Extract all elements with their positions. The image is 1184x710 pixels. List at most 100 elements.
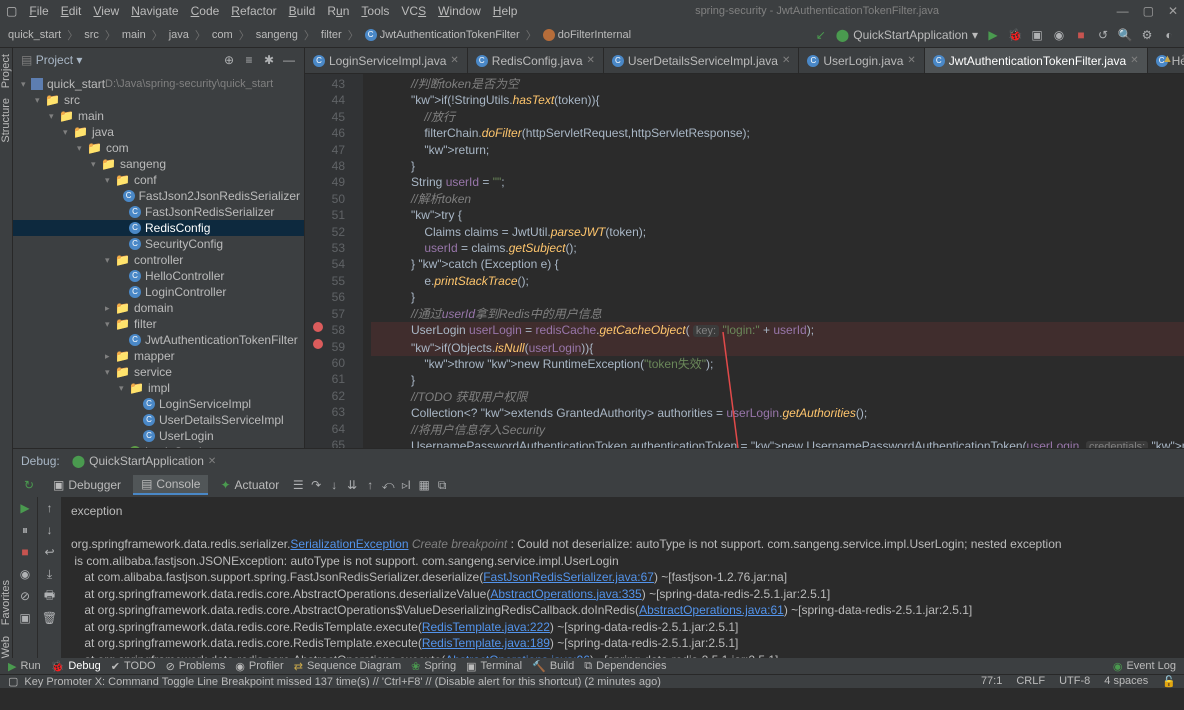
menu-code[interactable]: Code bbox=[191, 4, 220, 18]
expand-all-icon[interactable]: ≡ bbox=[242, 53, 256, 67]
console-output[interactable]: exceptionorg.springframework.data.redis.… bbox=[61, 497, 1184, 658]
softwrap-icon[interactable]: ↩ bbox=[43, 545, 57, 559]
editor-tab[interactable]: CRedisConfig.java✕ bbox=[468, 48, 604, 73]
project-view-selector[interactable]: ▤ Project ▾ bbox=[21, 53, 82, 67]
file-encoding[interactable]: UTF-8 bbox=[1059, 675, 1090, 688]
drop-frame-icon[interactable]: ⤺ bbox=[381, 478, 395, 492]
readonly-lock-icon[interactable]: 🔓 bbox=[1162, 675, 1176, 688]
menu-vcs[interactable]: VCS bbox=[401, 4, 426, 18]
close-tab-icon[interactable]: ✕ bbox=[782, 55, 790, 66]
step-menu-icon[interactable]: ☰ bbox=[291, 478, 305, 492]
tree-node[interactable]: ▸📁domain bbox=[13, 300, 304, 316]
breadcrumb-item[interactable]: doFilterInternal bbox=[543, 29, 631, 41]
menu-view[interactable]: View bbox=[93, 4, 119, 18]
menu-run[interactable]: Run bbox=[327, 4, 349, 18]
run-button[interactable]: ▶ bbox=[986, 28, 1000, 42]
bottom-eventlog[interactable]: ◉Event Log bbox=[1113, 660, 1176, 673]
tree-node[interactable]: ▸📁mapper bbox=[13, 348, 304, 364]
subtab-console[interactable]: ▤Console bbox=[133, 475, 208, 495]
tree-node[interactable]: ▾📁filter bbox=[13, 316, 304, 332]
subtab-debugger[interactable]: ▣Debugger bbox=[45, 476, 129, 494]
force-step-into-icon[interactable]: ⇊ bbox=[345, 478, 359, 492]
bottom-debug[interactable]: 🐞Debug bbox=[51, 660, 101, 673]
menu-help[interactable]: Help bbox=[493, 4, 518, 18]
code-area[interactable]: //判断token是否为空 "kw">if(!StringUtils.hasTe… bbox=[363, 74, 1184, 448]
tree-node[interactable]: CJwtAuthenticationTokenFilter bbox=[13, 332, 304, 348]
pause-icon[interactable]: ⏸ bbox=[18, 523, 32, 537]
close-tab-icon[interactable]: ✕ bbox=[1130, 55, 1138, 66]
stop-button[interactable]: ■ bbox=[1074, 28, 1088, 42]
bottom-terminal[interactable]: ▣Terminal bbox=[466, 660, 522, 673]
tool-web[interactable]: Web bbox=[0, 636, 12, 658]
debug-button[interactable]: 🐞 bbox=[1008, 28, 1022, 42]
tool-favorites[interactable]: Favorites bbox=[0, 580, 12, 625]
stacktrace-link[interactable]: RedisTemplate.java:222 bbox=[422, 620, 550, 634]
tree-node[interactable]: ▾📁service bbox=[13, 364, 304, 380]
close-tab-icon[interactable]: ✕ bbox=[450, 55, 458, 66]
tree-node[interactable]: ▾📁main bbox=[13, 108, 304, 124]
scroll-end-icon[interactable]: ⤓ bbox=[43, 567, 57, 581]
editor-tab[interactable]: CJwtAuthenticationTokenFilter.java✕ bbox=[925, 48, 1148, 73]
step-into-icon[interactable]: ↓ bbox=[327, 478, 341, 492]
breadcrumb-item[interactable]: java bbox=[169, 29, 189, 41]
indent-setting[interactable]: 4 spaces bbox=[1104, 675, 1148, 688]
tree-node[interactable]: CUserDetailsServiceImpl bbox=[13, 412, 304, 428]
tree-node[interactable]: ▾📁com bbox=[13, 140, 304, 156]
menu-window[interactable]: Window bbox=[438, 4, 481, 18]
editor-inspection-status[interactable]: ▲11 △1 ✓1 ˄˅ bbox=[1162, 52, 1184, 65]
tree-node[interactable]: CRedisConfig bbox=[13, 220, 304, 236]
stacktrace-link[interactable]: AbstractOperations.java:96 bbox=[445, 653, 590, 659]
stacktrace-link[interactable]: SerializationException bbox=[290, 537, 408, 551]
run-to-cursor-icon[interactable]: ▹l bbox=[399, 478, 413, 492]
down-icon[interactable]: ↓ bbox=[43, 523, 57, 537]
menu-navigate[interactable]: Navigate bbox=[131, 4, 178, 18]
tree-node[interactable]: ▾📁sangeng bbox=[13, 156, 304, 172]
tree-node[interactable]: CLoginServiceImpl bbox=[13, 396, 304, 412]
maximize-button[interactable]: ▢ bbox=[1143, 4, 1154, 18]
hide-panel-icon[interactable]: — bbox=[282, 53, 296, 67]
resume-icon[interactable]: ▶ bbox=[18, 501, 32, 515]
breadcrumb-item[interactable]: main bbox=[122, 29, 146, 41]
rerun-icon[interactable]: ↻ bbox=[22, 478, 36, 492]
tree-node[interactable]: CHelloController bbox=[13, 268, 304, 284]
run-configuration-selector[interactable]: ⬤QuickStartApplication▾ bbox=[836, 28, 978, 42]
subtab-actuator[interactable]: ✦Actuator bbox=[212, 476, 287, 494]
menu-refactor[interactable]: Refactor bbox=[231, 4, 276, 18]
bottom-todo[interactable]: ✔TODO bbox=[111, 660, 156, 673]
menu-tools[interactable]: Tools bbox=[361, 4, 389, 18]
step-over-icon[interactable]: ↷ bbox=[309, 478, 323, 492]
breadcrumb-item[interactable]: sangeng bbox=[256, 29, 298, 41]
print-icon[interactable]: 🖶 bbox=[43, 589, 57, 603]
close-tab-icon[interactable]: ✕ bbox=[587, 55, 595, 66]
evaluate-icon[interactable]: ▦ bbox=[417, 478, 431, 492]
editor-tab[interactable]: CUserLogin.java✕ bbox=[799, 48, 924, 73]
editor-gutter[interactable]: 4344454647484950515253545556575859606162… bbox=[305, 74, 363, 448]
caret-position[interactable]: 77:1 bbox=[981, 675, 1002, 688]
debug-session-tab[interactable]: ⬤QuickStartApplication ✕ bbox=[72, 454, 217, 468]
coverage-button[interactable]: ▣ bbox=[1030, 28, 1044, 42]
search-icon[interactable]: 🔍 bbox=[1118, 28, 1132, 42]
editor-tab[interactable]: CUserDetailsServiceImpl.java✕ bbox=[604, 48, 799, 73]
bottom-profiler[interactable]: ◉Profiler bbox=[235, 660, 283, 673]
tree-node[interactable]: CFastJsonRedisSerializer bbox=[13, 204, 304, 220]
stacktrace-link[interactable]: AbstractOperations.java:61 bbox=[639, 603, 784, 617]
close-tab-icon[interactable]: ✕ bbox=[907, 55, 915, 66]
line-separator[interactable]: CRLF bbox=[1016, 675, 1045, 688]
ide-errors-icon[interactable]: ◐ bbox=[1162, 28, 1176, 42]
stacktrace-link[interactable]: AbstractOperations.java:335 bbox=[490, 587, 641, 601]
breadcrumb-item[interactable]: com bbox=[212, 29, 233, 41]
breadcrumb-item[interactable]: quick_start bbox=[8, 29, 61, 41]
project-tree[interactable]: ▾quick_start D:\Java\spring-security\qui… bbox=[13, 72, 304, 448]
vcs-update-icon[interactable]: ↺ bbox=[1096, 28, 1110, 42]
tree-node[interactable]: CFastJson2JsonRedisSerializer bbox=[13, 188, 304, 204]
bottom-spring[interactable]: ❀Spring bbox=[411, 660, 456, 673]
tool-project[interactable]: Project bbox=[0, 54, 12, 88]
mute-breakpoints-icon[interactable]: ⊘ bbox=[18, 589, 32, 603]
bottom-build[interactable]: 🔨Build bbox=[532, 660, 574, 673]
minimize-button[interactable]: — bbox=[1117, 4, 1129, 18]
breadcrumb-item[interactable]: src bbox=[84, 29, 99, 41]
frames-icon[interactable]: ▣ bbox=[18, 611, 32, 625]
tree-node[interactable]: ▾📁conf bbox=[13, 172, 304, 188]
trace-icon[interactable]: ⧉ bbox=[435, 478, 449, 492]
stop-icon[interactable]: ■ bbox=[18, 545, 32, 559]
